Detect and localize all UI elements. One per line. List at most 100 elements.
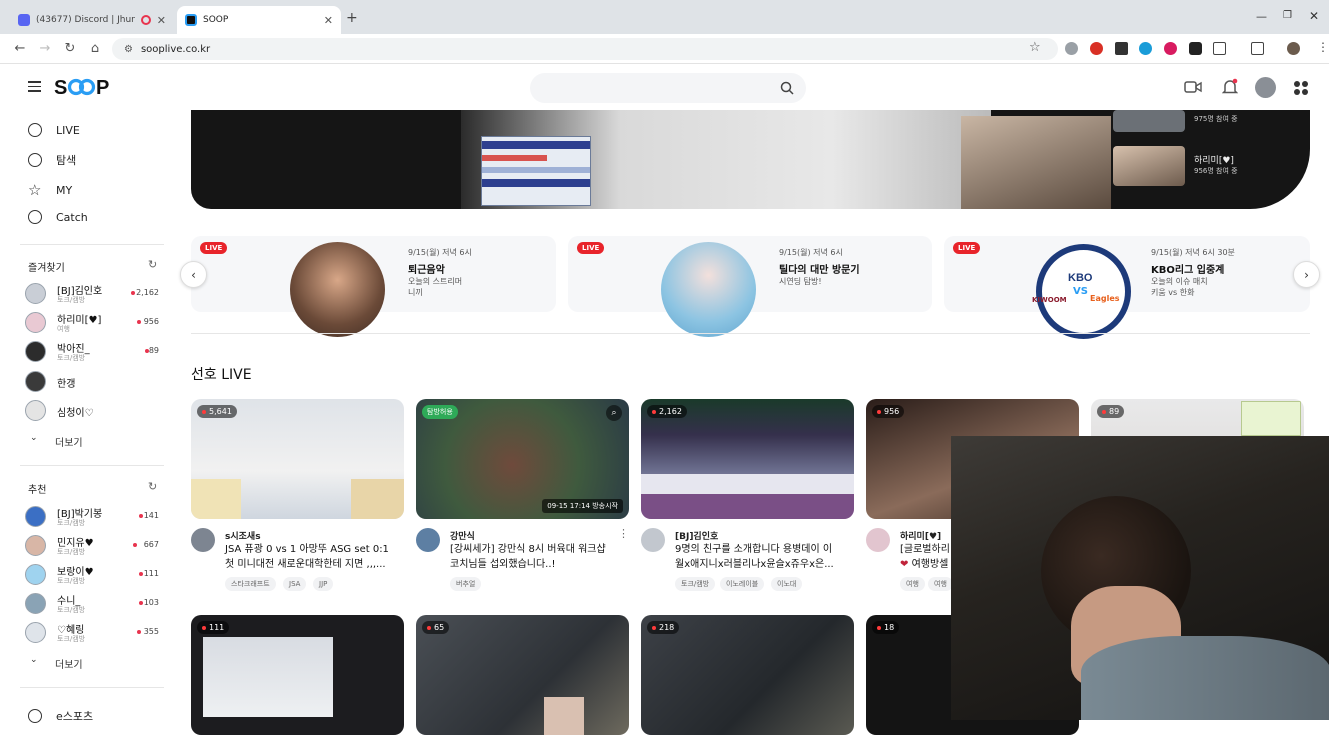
close-window-button[interactable]: ✕	[1309, 9, 1319, 23]
tag[interactable]: 여행	[928, 577, 953, 591]
apps-grid-icon[interactable]	[1293, 80, 1309, 96]
live-dot-icon	[139, 601, 143, 605]
tab-discord[interactable]: (43677) Discord | Jhunter, R ✕	[10, 6, 174, 34]
tag[interactable]: 이노대	[771, 577, 803, 591]
reload-icon[interactable]: ↻	[62, 41, 78, 56]
search-input[interactable]	[530, 73, 806, 103]
stream-thumbnail[interactable]: 111	[191, 615, 404, 735]
stream-thumbnail[interactable]: 탐방허용 ⌕ 09-15 17:14 방송시작	[416, 399, 629, 519]
site-info-icon[interactable]: ⚙	[124, 44, 133, 55]
avatar[interactable]	[416, 528, 440, 552]
tab-soop[interactable]: SOOP ✕	[177, 6, 341, 34]
close-tab-icon[interactable]: ✕	[157, 14, 166, 27]
tag[interactable]: JJP	[313, 577, 334, 591]
sidebar-item-my[interactable]: ☆ MY	[28, 181, 72, 199]
sidebar-item-live[interactable]: LIVE	[28, 123, 80, 137]
tag[interactable]: JSA	[283, 577, 307, 591]
tag[interactable]: 이노레이블	[720, 577, 765, 591]
extension-icon[interactable]	[1139, 42, 1152, 55]
refresh-recommend-icon[interactable]: ↻	[148, 480, 157, 493]
back-icon[interactable]: ←	[12, 41, 28, 56]
bookmark-star-icon[interactable]: ☆	[1029, 40, 1041, 55]
svg-text:S: S	[54, 77, 68, 98]
kbo-logo-right: Eagles	[1090, 294, 1120, 303]
promo-card[interactable]: LIVE KBO VS KIWOOM Eagles 9/15(월) 저녁 6시 …	[944, 236, 1310, 339]
stream-thumbnail[interactable]: 65	[416, 615, 629, 735]
avatar[interactable]	[191, 528, 215, 552]
favorite-item[interactable]: 하리미[♥] 여행 956	[25, 310, 165, 336]
stream-thumbnail[interactable]: 2,162	[641, 399, 854, 519]
favorite-item[interactable]: 심청이♡	[25, 398, 165, 424]
recommend-item[interactable]: 보랑이♥ 토크/캠방 111	[25, 562, 165, 588]
favorite-item[interactable]: [BJ]김인호 토크/캠방 2,162	[25, 281, 165, 307]
extension-icon[interactable]	[1065, 42, 1078, 55]
address-bar[interactable]: ⚙ sooplive.co.kr	[112, 38, 1058, 60]
close-tab-icon[interactable]: ✕	[324, 14, 333, 27]
shield-extension-icon[interactable]	[1189, 42, 1202, 55]
stream-title[interactable]: [강씨세가] 강만식 8시 버육대 워크샵 코치님들 섭외했습니다..!	[450, 542, 635, 572]
stream-title[interactable]: 9명의 친구를 소개합니다 용병데이 이 월x애지니x러블리나x윤슬x쥬우x은..…	[675, 542, 860, 572]
extension-icon[interactable]	[1115, 42, 1128, 55]
new-tab-button[interactable]: +	[346, 10, 358, 26]
notification-bell-icon[interactable]	[1222, 78, 1238, 96]
recommend-item[interactable]: [BJ]박기봉 토크/캠방 141	[25, 504, 165, 530]
home-icon[interactable]: ⌂	[87, 41, 103, 56]
extension-icon[interactable]	[1164, 42, 1177, 55]
search-icon[interactable]: ⌕	[606, 405, 622, 421]
recommend-item[interactable]: 수니_ 토크/캠방 103	[25, 591, 165, 617]
sidebar-item-esports[interactable]: e스포츠	[28, 708, 93, 724]
streamer-name[interactable]: 하리미[♥]	[900, 529, 941, 542]
avatar[interactable]	[866, 528, 890, 552]
chevron-down-icon[interactable]: ⌄	[30, 433, 38, 443]
hero-banner[interactable]: 975명 참여 중 하리미[♥] 956명 참여 중	[191, 110, 1310, 209]
viewer-badge: 111	[197, 621, 230, 634]
favorites-more-button[interactable]: 더보기	[55, 434, 83, 449]
stream-thumbnail[interactable]: 5,641	[191, 399, 404, 519]
favorite-item[interactable]: 박아진_ 토크/캠방 89	[25, 339, 165, 365]
stream-thumbnail[interactable]: 218	[641, 615, 854, 735]
streamer-name[interactable]: [BJ]김인호	[675, 529, 718, 542]
sidebar-item-catch[interactable]: Catch	[28, 210, 88, 224]
extensions-puzzle-icon[interactable]	[1213, 42, 1226, 55]
search-icon[interactable]	[780, 81, 794, 95]
browser-menu-icon[interactable]: ⋮	[1317, 40, 1329, 54]
carousel-next-button[interactable]: ›	[1293, 261, 1320, 288]
promo-card[interactable]: LIVE 9/15(월) 저녁 6시 퇴근음악 오늘의 스트리머 니끼	[191, 236, 556, 337]
stream-title[interactable]: [글로벌하리미 ❤ 여행방셀	[900, 542, 950, 572]
maximize-button[interactable]: ❐	[1283, 10, 1292, 21]
viewer-count: 2,162	[136, 288, 159, 297]
profile-avatar[interactable]	[1287, 42, 1300, 55]
chevron-down-icon[interactable]: ⌄	[30, 655, 38, 665]
user-avatar[interactable]	[1255, 77, 1276, 98]
avatar	[25, 506, 46, 527]
broadcast-icon[interactable]	[1184, 80, 1202, 94]
streamer-name[interactable]: 강만식	[450, 529, 475, 542]
sidepanel-icon[interactable]	[1251, 42, 1264, 55]
recommend-title: 추천	[28, 485, 47, 496]
stream-title[interactable]: JSA 퓨광 0 vs 1 아망뚜 ASG set 0:1 첫 미니대전 새로운대…	[225, 542, 410, 572]
heart-icon: ❤	[900, 559, 909, 570]
tag[interactable]: 토크/캠방	[675, 577, 716, 591]
favorite-item[interactable]: 한갱	[25, 369, 165, 395]
sidebar-item-explore[interactable]: 탐색	[28, 152, 76, 168]
viewer-count: 103	[143, 598, 159, 607]
forward-icon[interactable]: →	[37, 41, 53, 56]
soop-logo[interactable]: S P	[54, 76, 114, 104]
refresh-favorites-icon[interactable]: ↻	[148, 258, 157, 271]
hero-side-thumb[interactable]	[1113, 110, 1185, 132]
recommend-more-button[interactable]: 더보기	[55, 656, 83, 671]
recommend-item[interactable]: 민지유♥ 토크/캠방 667	[25, 533, 165, 559]
minimize-button[interactable]: —	[1256, 10, 1267, 23]
tag[interactable]: 여행	[900, 577, 925, 591]
promo-card[interactable]: LIVE 9/15(월) 저녁 6시 틸다의 대만 방문기 시연딩 탐방!	[568, 236, 932, 337]
extension-icon[interactable]	[1090, 42, 1103, 55]
recommend-item[interactable]: ♡혜링 토크/캠방 355	[25, 620, 165, 646]
more-options-icon[interactable]: ⋮	[618, 527, 629, 540]
carousel-prev-button[interactable]: ‹	[180, 261, 207, 288]
tag[interactable]: 버추얼	[450, 577, 482, 591]
hero-side-thumb[interactable]	[1113, 146, 1185, 186]
tag[interactable]: 스타크래프트	[225, 577, 276, 591]
streamer-name[interactable]: s시조새s	[225, 529, 261, 542]
avatar[interactable]	[641, 528, 665, 552]
hamburger-menu-icon[interactable]	[28, 81, 41, 92]
